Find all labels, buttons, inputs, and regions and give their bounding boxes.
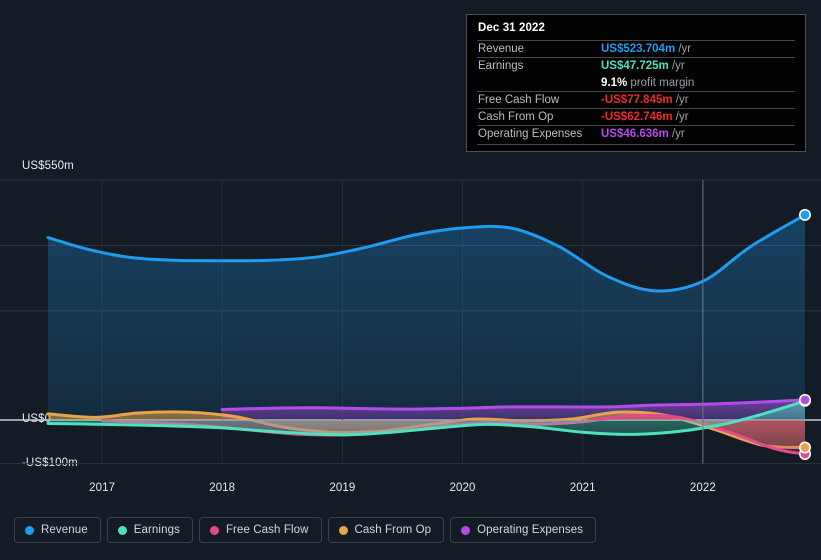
tooltip-metric-label: Free Cash Flow <box>478 94 560 106</box>
legend-item-cash-from-op[interactable]: Cash From Op <box>327 517 445 543</box>
tooltip-metric-label: Revenue <box>478 43 525 55</box>
tooltip-row: Revenue US$523.704m /yr <box>477 40 795 58</box>
tooltip-metrics-table: Revenue US$523.704m /yr Earnings US$47.725m… <box>477 40 795 142</box>
tooltip-metric-value: -US$77.845m /yr <box>601 94 689 106</box>
legend-swatch-icon <box>117 525 127 535</box>
x-axis-tick-2021: 2021 <box>569 482 596 494</box>
tooltip-row: Earnings US$47.725m /yr <box>477 57 795 75</box>
legend-item-label: Cash From Op <box>354 524 432 536</box>
legend-item-label: Earnings <box>133 524 180 536</box>
x-axis-tick-2019: 2019 <box>329 482 356 494</box>
endpoint-revenue <box>798 208 811 221</box>
x-axis-tick-2018: 2018 <box>209 482 236 494</box>
series-layer <box>46 213 807 456</box>
plot-area[interactable] <box>0 160 821 482</box>
legend-item-free-cash-flow[interactable]: Free Cash Flow <box>198 517 322 543</box>
legend-swatch-icon <box>25 525 34 535</box>
tooltip-date: Dec 31 2022 <box>478 22 545 34</box>
legend-swatch-icon <box>209 525 219 535</box>
endpoint-cash-from-op <box>798 441 811 454</box>
legend-item-label: Free Cash Flow <box>225 524 309 536</box>
chart-legend[interactable]: Revenue Earnings Free Cash Flow Cash From O… <box>14 517 597 543</box>
legend-item-revenue[interactable]: Revenue <box>14 517 101 543</box>
legend-item-label: Revenue <box>41 524 88 536</box>
tooltip-row: Free Cash Flow -US$77.845m /yr <box>477 91 795 109</box>
x-axis-tick-2017: 2017 <box>89 482 116 494</box>
legend-swatch-icon <box>338 525 348 535</box>
tooltip-metric-label: Operating Expenses <box>478 128 583 140</box>
financial-performance-chart: US$550m US$0 -US$100m 2017 2018 2019 2020 20… <box>0 0 821 560</box>
endpoint-operating-expenses <box>798 393 811 406</box>
legend-item-earnings[interactable]: Earnings <box>106 517 193 543</box>
tooltip-metric-label: Earnings <box>478 60 524 72</box>
tooltip-metric-value: US$523.704m /yr <box>601 43 692 55</box>
chart-canvas[interactable] <box>0 160 821 482</box>
legend-swatch-icon <box>461 525 471 535</box>
x-axis: 2017 2018 2019 2020 2021 2022 <box>0 482 821 502</box>
tooltip-bottom-divider <box>477 144 795 145</box>
legend-item-label: Operating Expenses <box>477 524 584 536</box>
data-tooltip: Dec 31 2022 Revenue US$523.704m /yr Earnin… <box>466 14 806 152</box>
tooltip-metric-label: Cash From Op <box>478 111 554 123</box>
tooltip-metric-value: -US$62.746m /yr <box>601 111 689 123</box>
tooltip-row: 9.1% profit margin <box>477 75 795 92</box>
tooltip-metric-label <box>477 75 600 92</box>
x-axis-tick-2020: 2020 <box>449 482 476 494</box>
tooltip-row: Operating Expenses US$46.636m /yr <box>477 125 795 143</box>
tooltip-metric-value: US$46.636m /yr <box>601 128 685 140</box>
legend-item-operating-expenses[interactable]: Operating Expenses <box>450 517 597 543</box>
tooltip-metric-value: US$47.725m /yr <box>601 60 685 72</box>
tooltip-metric-value: 9.1% profit margin <box>601 77 695 89</box>
tooltip-row: Cash From Op -US$62.746m /yr <box>477 108 795 126</box>
x-axis-tick-2022: 2022 <box>689 482 716 494</box>
